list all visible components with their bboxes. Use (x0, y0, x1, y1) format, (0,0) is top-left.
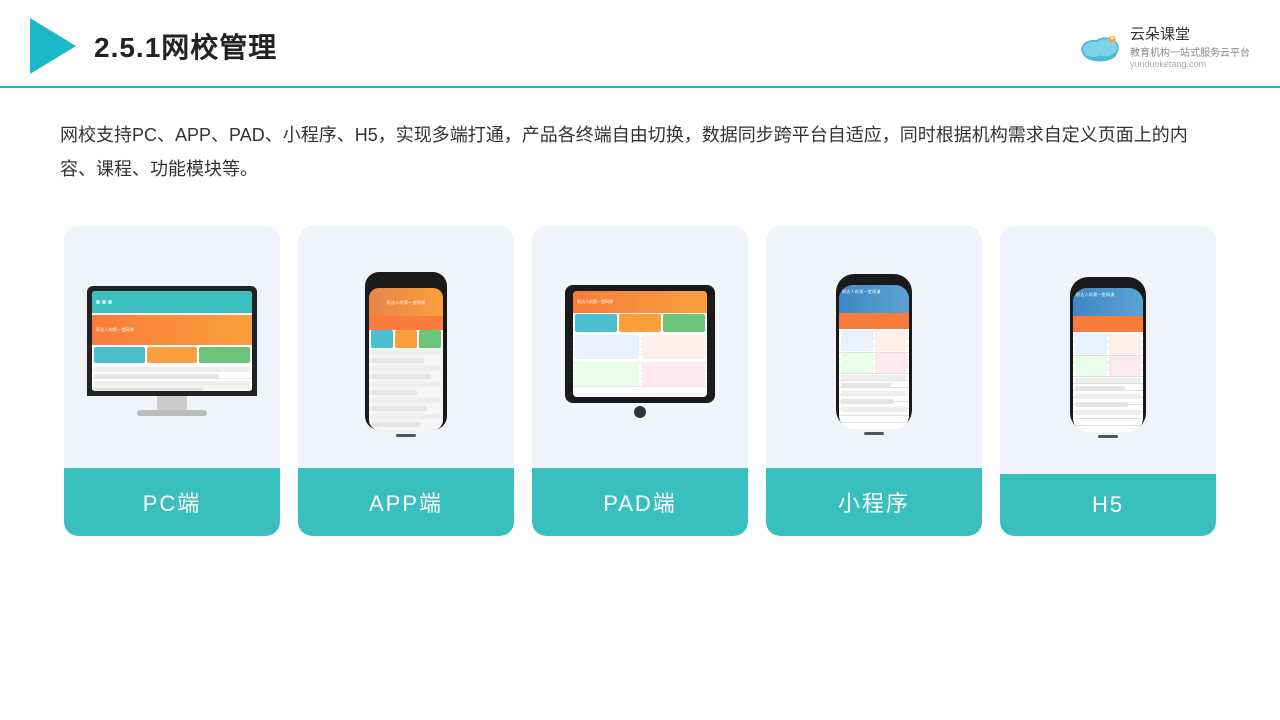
mini-phone-home (864, 432, 884, 435)
cloud-icon (1076, 30, 1124, 62)
mini-card-3 (841, 353, 873, 373)
h5-screen-content: 职达人的第一堂网课 (1073, 288, 1143, 432)
app-screen-bar: 职达人的第一堂网课 (369, 288, 443, 318)
page-header: 2.5.1网校管理 云朵课堂 教育机构一站式服务云平台 yunduoketang… (0, 0, 1280, 88)
h5-card-4 (1109, 356, 1141, 376)
h5-phone-mockup: 职达人的第一堂网课 (1070, 277, 1146, 431)
pc-mockup: 职达人的第一堂网课 (87, 286, 257, 416)
tablet-home-button (634, 406, 646, 418)
mini-screen-content: 职达人的第一堂网课 (839, 285, 909, 429)
logo-text: 云朵课堂 教育机构一站式服务云平台 yunduoketang.com (1130, 23, 1250, 69)
h5-phone-home (1098, 435, 1118, 438)
logo-brand: 云朵课堂 (1130, 23, 1250, 44)
card-pad: 职达人的第一堂网课 (532, 226, 748, 536)
pc-base (137, 410, 207, 416)
tablet-screen: 职达人的第一堂网课 (573, 291, 707, 397)
mini-phone-outer: 职达人的第一堂网课 (836, 274, 912, 428)
app-phone-screen: 职达人的第一堂网课 (369, 288, 443, 430)
card-pc: 职达人的第一堂网课 (64, 226, 280, 536)
app-phone-mockup: 职达人的第一堂网课 (365, 272, 447, 430)
card-pad-label: PAD端 (532, 468, 748, 536)
h5-card-blocks (1075, 334, 1141, 376)
mini-card-4 (875, 353, 907, 373)
pc-screen-content: 职达人的第一堂网课 (92, 291, 252, 391)
h5-card-3 (1075, 356, 1107, 376)
card-pc-image: 职达人的第一堂网课 (64, 226, 280, 468)
mini-phone-mockup: 职达人的第一堂网课 (836, 274, 912, 428)
mini-card-blocks (841, 331, 907, 373)
pc-stand (157, 396, 187, 410)
card-mini-label: 小程序 (766, 468, 982, 536)
header-left: 2.5.1网校管理 (30, 18, 277, 74)
app-phone-home (396, 434, 416, 437)
mini-orange-strip (839, 313, 909, 329)
tablet-outer: 职达人的第一堂网课 (565, 285, 715, 403)
page-title: 2.5.1网校管理 (94, 26, 277, 66)
mini-phone-screen: 职达人的第一堂网课 (839, 285, 909, 429)
app-phone-outer: 职达人的第一堂网课 (365, 272, 447, 430)
card-app: 职达人的第一堂网课 (298, 226, 514, 536)
cloud-logo: 云朵课堂 教育机构一站式服务云平台 yunduoketang.com (1076, 23, 1250, 69)
description-text: 网校支持PC、APP、PAD、小程序、H5，实现多端打通，产品各终端自由切换，数… (0, 88, 1280, 196)
h5-card-2 (1109, 334, 1141, 354)
card-pc-label: PC端 (64, 468, 280, 536)
h5-phone-outer: 职达人的第一堂网课 (1070, 277, 1146, 431)
card-pad-image: 职达人的第一堂网课 (532, 226, 748, 468)
card-h5-label: H5 (1000, 474, 1216, 536)
mini-card-2 (875, 331, 907, 351)
header-right: 云朵课堂 教育机构一站式服务云平台 yunduoketang.com (1076, 23, 1250, 69)
h5-phone-screen: 职达人的第一堂网课 (1073, 288, 1143, 432)
app-phone-notch (392, 280, 420, 285)
brand-triangle-icon (30, 18, 76, 74)
h5-phone-notch (1097, 282, 1119, 286)
card-mini-image: 职达人的第一堂网课 (766, 226, 982, 468)
pc-screen-outer: 职达人的第一堂网课 (87, 286, 257, 396)
tablet-mockup: 职达人的第一堂网课 (565, 285, 715, 418)
pc-screen-inner: 职达人的第一堂网课 (92, 291, 252, 391)
card-miniprogram: 职达人的第一堂网课 (766, 226, 982, 536)
app-screen-content: 职达人的第一堂网课 (369, 288, 443, 430)
h5-card-1 (1075, 334, 1107, 354)
card-h5: 职达人的第一堂网课 (1000, 226, 1216, 536)
card-app-image: 职达人的第一堂网课 (298, 226, 514, 468)
mini-phone-notch (863, 279, 885, 283)
card-app-label: APP端 (298, 468, 514, 536)
platform-cards: 职达人的第一堂网课 (0, 196, 1280, 566)
logo-url: yunduoketang.com (1130, 59, 1250, 69)
description-paragraph: 网校支持PC、APP、PAD、小程序、H5，实现多端打通，产品各终端自由切换，数… (60, 118, 1220, 186)
mini-card-1 (841, 331, 873, 351)
logo-subtitle: 教育机构一站式服务云平台 (1130, 44, 1250, 59)
card-h5-image: 职达人的第一堂网课 (1000, 226, 1216, 474)
h5-orange-strip (1073, 316, 1143, 332)
